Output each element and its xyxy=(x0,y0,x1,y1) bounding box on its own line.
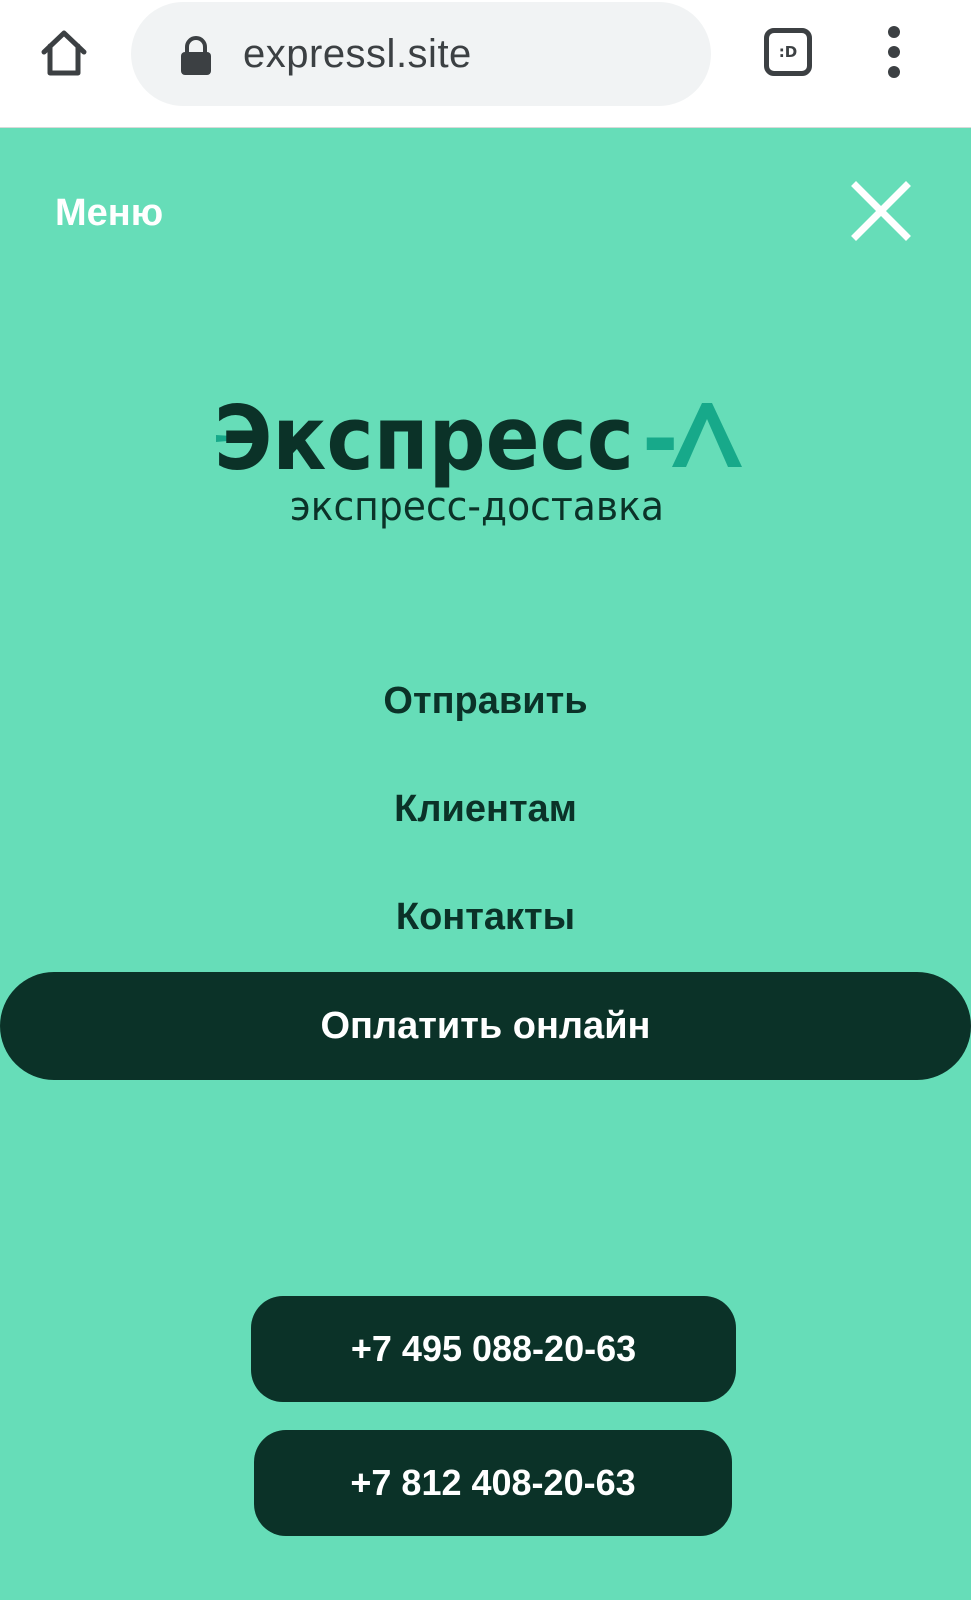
svg-text:экспресс-доставка: экспресс-доставка xyxy=(290,484,664,530)
close-button[interactable] xyxy=(850,180,912,242)
pay-online-button[interactable]: Оплатить онлайн xyxy=(0,972,971,1080)
svg-text:-: - xyxy=(642,395,679,490)
lock-icon xyxy=(181,36,211,75)
nav-item-send[interactable]: Отправить xyxy=(0,678,971,724)
home-button[interactable] xyxy=(36,24,92,80)
menu-title: Меню xyxy=(55,192,164,234)
close-icon xyxy=(851,181,911,241)
tab-switcher-button[interactable]: :D xyxy=(764,28,812,76)
more-vertical-icon[interactable] xyxy=(880,26,910,78)
browser-toolbar: expressl.site :D xyxy=(0,0,971,128)
phone-button-moscow[interactable]: +7 495 088-20-63 xyxy=(251,1296,736,1402)
nav-item-clients[interactable]: Клиентам xyxy=(0,786,971,832)
address-bar[interactable]: expressl.site xyxy=(131,2,711,106)
pay-online-label: Оплатить онлайн xyxy=(320,1004,651,1047)
phone-button-spb[interactable]: +7 812 408-20-63 xyxy=(254,1430,732,1536)
svg-text:Экспресс: Экспресс xyxy=(214,395,634,490)
logo[interactable]: Экспресс - экспресс-доставка xyxy=(214,387,754,545)
nav-item-contacts[interactable]: Контакты xyxy=(0,894,971,940)
home-icon xyxy=(41,30,87,76)
tab-switcher-label: :D xyxy=(778,43,798,61)
phone-number: +7 812 408-20-63 xyxy=(350,1462,636,1503)
phone-number: +7 495 088-20-63 xyxy=(350,1328,637,1369)
url-text: expressl.site xyxy=(243,32,472,76)
logo-graphic: Экспресс - экспресс-доставка xyxy=(214,387,742,530)
